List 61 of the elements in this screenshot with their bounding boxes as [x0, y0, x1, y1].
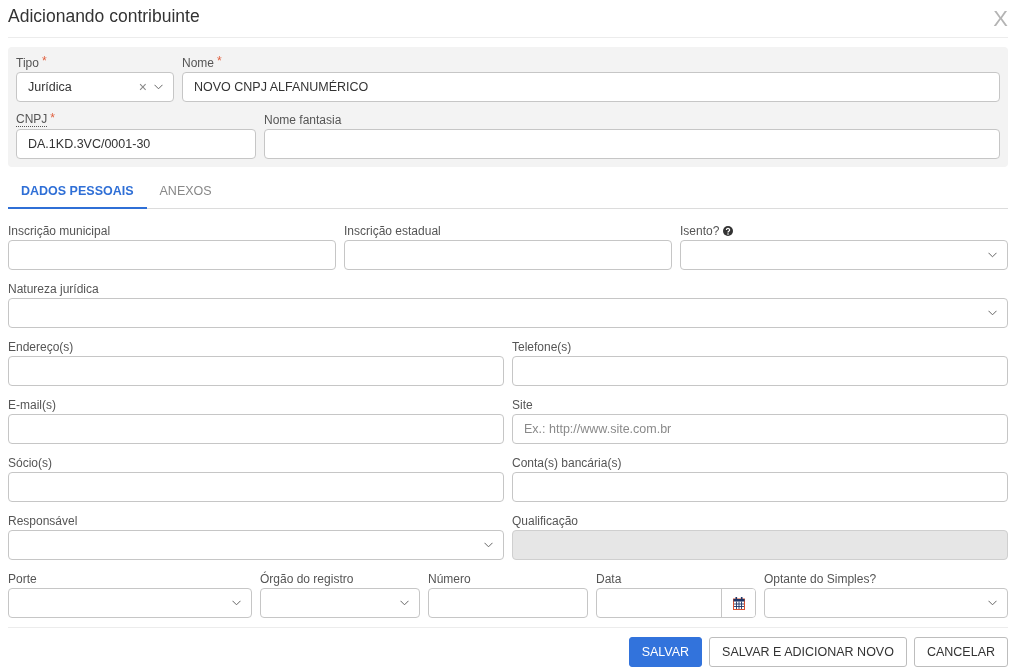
text-field[interactable]	[344, 240, 672, 270]
action-button[interactable]: SALVAR E ADICIONAR NOVO	[709, 637, 907, 667]
chevron-icon	[988, 252, 997, 258]
select-field[interactable]	[8, 298, 1008, 328]
field-label: Site	[512, 397, 533, 413]
field-label: Optante do Simples?	[764, 571, 877, 587]
field-label: Número	[428, 571, 471, 587]
dialog-title: Adicionando contribuinte	[8, 5, 200, 28]
chevron-icon	[484, 542, 493, 548]
field-label: Responsável	[8, 513, 78, 529]
field-label: Inscrição municipal	[8, 223, 111, 239]
field-label: Telefone(s)	[512, 339, 572, 355]
field-label: Inscrição estadual	[344, 223, 441, 239]
text-field[interactable]	[8, 414, 504, 444]
field-label: Qualificação	[512, 513, 579, 529]
chevron-icon	[988, 600, 997, 606]
calendar-button[interactable]	[721, 589, 755, 617]
chevron-icon	[988, 310, 997, 316]
field-label: Tipo	[16, 55, 39, 71]
text-field[interactable]	[264, 129, 1000, 159]
field-label: E-mail(s)	[8, 397, 56, 413]
field-label: Endereço(s)	[8, 339, 74, 355]
select-field[interactable]	[260, 588, 420, 618]
select-field[interactable]	[764, 588, 1008, 618]
field-label: Nome fantasia	[264, 112, 342, 128]
text-field[interactable]: NOVO CNPJ ALFANUMÉRICO	[182, 72, 1000, 102]
text-field[interactable]	[8, 356, 504, 386]
text-field[interactable]	[512, 472, 1008, 502]
required-mark: *	[217, 55, 222, 67]
field-label: Conta(s) bancária(s)	[512, 455, 622, 471]
text-field[interactable]	[428, 588, 588, 618]
chevron-icon	[154, 84, 163, 90]
select-field[interactable]	[8, 588, 252, 618]
clear-button[interactable]: ×	[138, 80, 147, 94]
chevron-icon	[232, 600, 241, 606]
text-field[interactable]	[8, 472, 504, 502]
field-label: Nome	[182, 55, 214, 71]
field-label: Sócio(s)	[8, 455, 52, 471]
select-field[interactable]	[680, 240, 1008, 270]
calendar-icon	[732, 596, 745, 610]
text-field[interactable]: DA.1KD.3VC/0001-30	[16, 129, 256, 159]
select-field[interactable]: Jurídica ×	[16, 72, 174, 102]
help-icon[interactable]	[723, 226, 734, 236]
text-field[interactable]	[8, 240, 336, 270]
field-label: Isento?	[680, 223, 720, 239]
text-field[interactable]	[512, 356, 1008, 386]
required-mark: *	[50, 112, 55, 124]
text-field[interactable]: Ex.: http://www.site.com.br	[512, 414, 1008, 444]
field-label: Porte	[8, 571, 37, 587]
select-field[interactable]	[8, 530, 504, 560]
save-button[interactable]: SALVAR	[628, 637, 703, 667]
field-label: Órgão do registro	[260, 571, 354, 587]
field-label: Natureza jurídica	[8, 281, 99, 297]
field-label: CNPJ	[16, 113, 48, 127]
date-field[interactable]	[596, 588, 756, 618]
tab[interactable]: ANEXOS	[146, 175, 225, 209]
field-label: Data	[596, 571, 622, 587]
chevron-icon	[400, 600, 409, 606]
tab[interactable]: DADOS PESSOAIS	[8, 175, 147, 209]
action-button[interactable]: CANCELAR	[913, 637, 1008, 667]
required-mark: *	[41, 55, 47, 67]
